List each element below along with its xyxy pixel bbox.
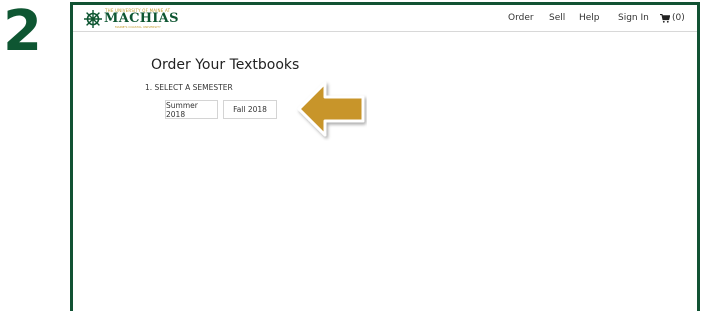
step-number: 2 <box>3 0 42 64</box>
university-logo[interactable]: THE UNIVERSITY OF MAINE AT MACHIAS MAINE… <box>83 8 178 30</box>
top-navbar: THE UNIVERSITY OF MAINE AT MACHIAS MAINE… <box>73 5 697 32</box>
nav-cart[interactable]: (0) <box>660 13 685 23</box>
left-arrow-icon <box>297 81 365 137</box>
nav-help[interactable]: Help <box>579 13 600 23</box>
browser-frame: THE UNIVERSITY OF MAINE AT MACHIAS MAINE… <box>70 2 700 311</box>
semester-button-fall-2018[interactable]: Fall 2018 <box>223 100 277 119</box>
nav-order[interactable]: Order <box>508 13 534 23</box>
step-label: 1. SELECT A SEMESTER <box>145 83 233 92</box>
page-title: Order Your Textbooks <box>151 57 300 73</box>
semester-button-summer-2018[interactable]: Summer 2018 <box>165 100 218 119</box>
cart-icon <box>660 13 670 23</box>
cart-count: (0) <box>672 13 685 23</box>
logo-name: MACHIAS <box>104 11 179 26</box>
nav-sell[interactable]: Sell <box>549 13 565 23</box>
logo-tagline: MAINE'S COASTAL UNIVERSITY <box>115 25 161 29</box>
ship-wheel-icon <box>84 10 102 28</box>
nav-sign-in[interactable]: Sign In <box>618 13 649 23</box>
